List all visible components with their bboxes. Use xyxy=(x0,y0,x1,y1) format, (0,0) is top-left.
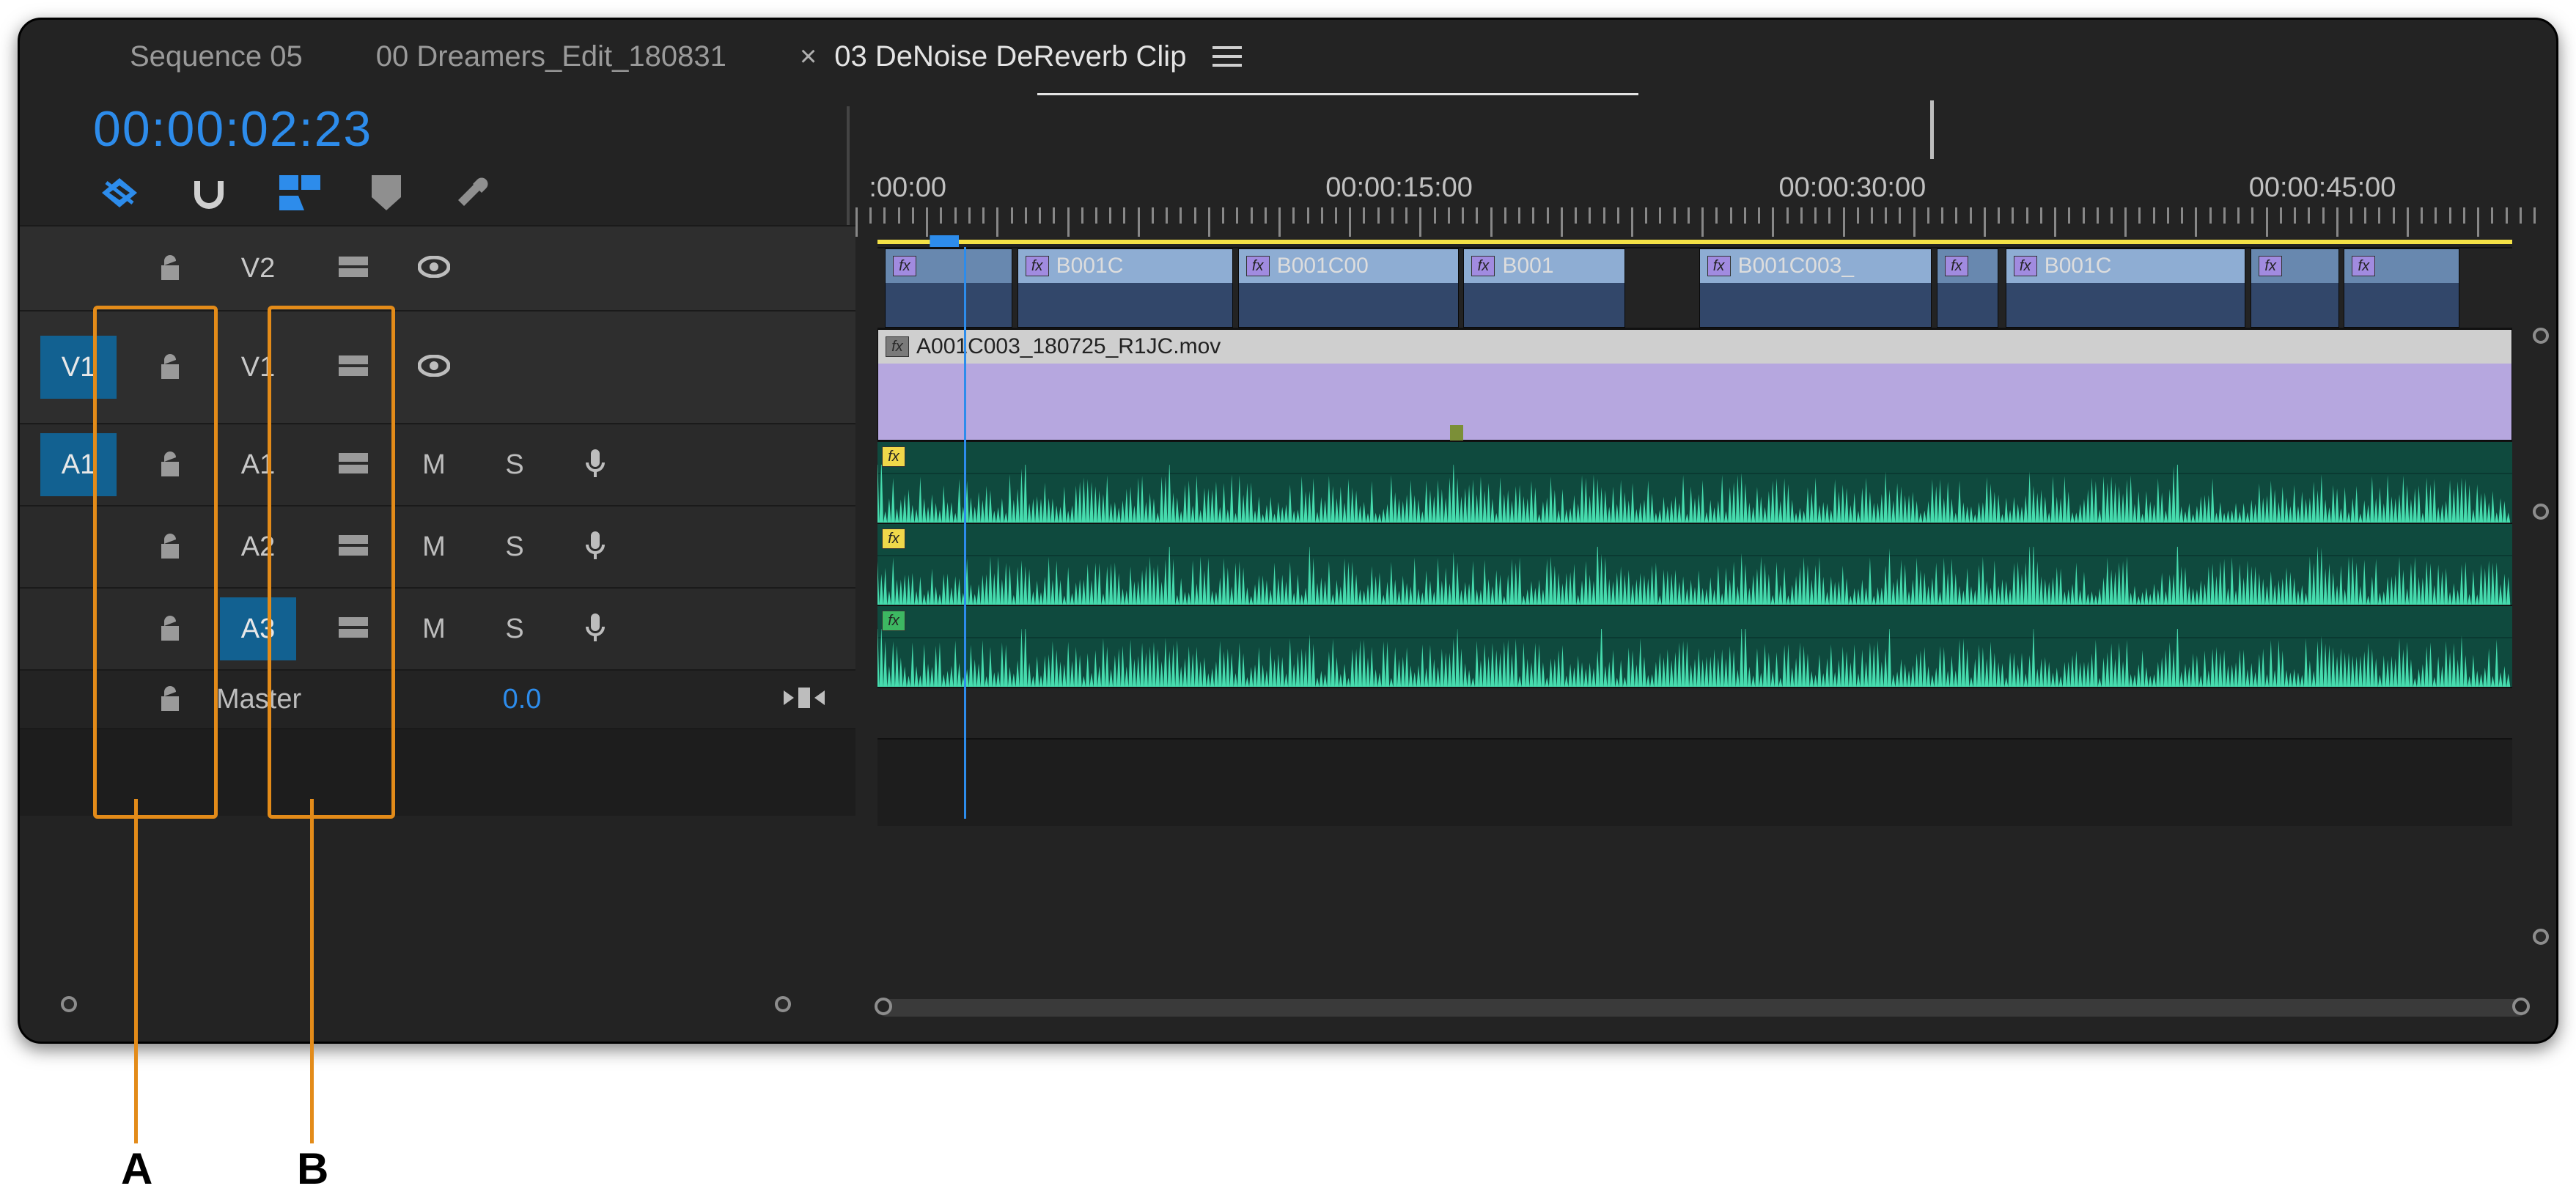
timeline-settings-icon[interactable] xyxy=(452,174,490,212)
callout-label-b: B xyxy=(297,1143,328,1194)
sequence-tabs: Sequence 05 00 Dreamers_Edit_180831 × 03… xyxy=(20,20,2556,93)
insert-as-nest-icon[interactable] xyxy=(100,177,139,209)
fx-badge-icon[interactable]: fx xyxy=(2259,256,2282,276)
toggle-track-output-icon[interactable] xyxy=(418,256,450,281)
clip-label: B001C xyxy=(1056,254,1124,279)
track-empty xyxy=(877,738,2512,826)
tab-label: 03 DeNoise DeReverb Clip xyxy=(834,40,1186,73)
tab-dreamers-edit[interactable]: 00 Dreamers_Edit_180831 xyxy=(354,27,748,86)
tab-label: 00 Dreamers_Edit_180831 xyxy=(376,40,726,73)
video-clip[interactable]: fx xyxy=(885,248,1012,328)
fx-badge-icon[interactable]: fx xyxy=(2014,256,2037,276)
video-clip[interactable]: fx xyxy=(1937,248,1998,328)
track-resize-handle[interactable] xyxy=(2533,328,2549,344)
sync-lock-icon[interactable] xyxy=(337,254,369,284)
fx-badge-icon[interactable]: fx xyxy=(893,256,916,276)
ruler-label: 00:00:30:00 xyxy=(1779,172,1927,204)
fx-badge-icon[interactable]: fx xyxy=(1707,256,1731,276)
track-resize-handle[interactable] xyxy=(2533,929,2549,945)
video-clip[interactable]: fx B001C003_ xyxy=(1699,248,1932,328)
track-header-v2: V2 xyxy=(20,225,855,310)
ruler-label: 00:00:15:00 xyxy=(1325,172,1473,204)
clip-label: B001C xyxy=(2045,254,2112,279)
fx-badge-icon[interactable]: fx xyxy=(882,528,905,549)
panel-menu-icon[interactable] xyxy=(1212,46,1242,67)
linked-selection-icon[interactable] xyxy=(279,175,320,210)
timeline-panel: Sequence 05 00 Dreamers_Edit_180831 × 03… xyxy=(18,18,2558,1044)
fx-badge-icon[interactable]: fx xyxy=(886,336,909,357)
mute-button[interactable]: M xyxy=(422,531,446,563)
mute-button[interactable]: M xyxy=(422,449,446,481)
fx-badge-icon[interactable]: fx xyxy=(2352,256,2375,276)
time-ruler[interactable]: :00:00 00:00:15:00 00:00:30:00 00:00:45:00 xyxy=(855,166,2534,247)
track-a1[interactable]: fx xyxy=(877,441,2512,523)
clip-label: B001 xyxy=(1502,254,1553,279)
expand-track-icon[interactable] xyxy=(784,685,825,715)
fx-badge-icon[interactable]: fx xyxy=(1026,256,1049,276)
callout-label-a: A xyxy=(121,1143,152,1194)
video-clip[interactable]: fx B001C00 xyxy=(1238,248,1459,328)
callout-line-a xyxy=(134,799,138,1143)
video-clip[interactable]: fx B001C xyxy=(1017,248,1233,328)
video-clip[interactable]: fx A001C003_180725_R1JC.mov xyxy=(877,329,2512,441)
track-resize-handle[interactable] xyxy=(2533,504,2549,520)
zoom-handle-right[interactable] xyxy=(775,996,791,1012)
tab-sequence-05[interactable]: Sequence 05 xyxy=(108,27,325,86)
tab-denoise-dereverb[interactable]: × 03 DeNoise DeReverb Clip xyxy=(778,27,1265,86)
timeline-scrollbar[interactable] xyxy=(877,999,2527,1017)
current-timecode[interactable]: 00:00:02:23 xyxy=(93,100,372,158)
timeline-area: :00:0000:00:15:0000:00:30:0000:00:45:00 … xyxy=(855,166,2534,247)
video-clip[interactable]: fx xyxy=(2251,248,2338,328)
audio-clip[interactable]: fx xyxy=(877,524,2512,605)
track-target-v2[interactable]: V2 xyxy=(220,237,296,300)
scroll-handle-right[interactable] xyxy=(2512,998,2530,1015)
track-v2[interactable]: fx fx B001C fx B001C00 fx B001 fx B001C003_ fx fx B… xyxy=(877,247,2512,328)
clip-label: B001C003_ xyxy=(1738,254,1854,279)
fx-badge-icon[interactable]: fx xyxy=(1945,256,1968,276)
track-a3[interactable]: fx xyxy=(877,605,2512,687)
ruler-label: 00:00:45:00 xyxy=(2249,172,2396,204)
audio-clip[interactable]: fx xyxy=(877,442,2512,523)
close-icon[interactable]: × xyxy=(800,40,817,73)
add-marker-icon[interactable] xyxy=(372,175,401,210)
playhead-line xyxy=(964,247,966,819)
sequence-marker[interactable] xyxy=(1930,100,1934,159)
toggle-track-output-icon[interactable] xyxy=(418,355,450,380)
fx-badge-icon[interactable]: fx xyxy=(882,446,905,467)
fx-badge-icon[interactable]: fx xyxy=(1471,256,1495,276)
voiceover-record-icon[interactable] xyxy=(584,612,606,646)
snap-icon[interactable] xyxy=(190,174,228,212)
fx-badge-icon[interactable]: fx xyxy=(1246,256,1270,276)
solo-button[interactable]: S xyxy=(505,531,523,563)
voiceover-record-icon[interactable] xyxy=(584,530,606,564)
callout-highlight-a xyxy=(93,306,218,819)
work-area-bar[interactable] xyxy=(877,240,2512,244)
solo-button[interactable]: S xyxy=(505,613,523,645)
zoom-handle-left[interactable] xyxy=(61,996,77,1012)
timeline-toolbar xyxy=(100,174,490,212)
track-v1[interactable]: fx A001C003_180725_R1JC.mov xyxy=(877,328,2512,441)
voiceover-record-icon[interactable] xyxy=(584,448,606,482)
video-clip[interactable]: fx B001 xyxy=(1463,248,1625,328)
clip-label: A001C003_180725_R1JC.mov xyxy=(916,334,1221,359)
lock-icon[interactable] xyxy=(157,252,183,285)
panel-divider xyxy=(847,106,850,238)
audio-clip[interactable]: fx xyxy=(877,606,2512,687)
active-tab-underline xyxy=(1037,93,1638,95)
track-a2[interactable]: fx xyxy=(877,523,2512,605)
video-clip[interactable]: fx xyxy=(2344,248,2459,328)
clip-label: B001C00 xyxy=(1277,254,1369,279)
tab-label: Sequence 05 xyxy=(130,40,303,73)
solo-button[interactable]: S xyxy=(505,449,523,481)
scroll-handle-left[interactable] xyxy=(875,998,892,1015)
tracks-area[interactable]: fxfxB001CfxB001C00fxB001fxB001C003_fxfxB… xyxy=(877,247,2512,826)
mute-button[interactable]: M xyxy=(422,613,446,645)
video-clip[interactable]: fx B001C xyxy=(2006,248,2246,328)
ruler-label: :00:00 xyxy=(869,172,946,204)
master-db-value[interactable]: 0.0 xyxy=(503,684,542,715)
track-master[interactable] xyxy=(877,687,2512,738)
callout-line-b xyxy=(310,799,314,1143)
fx-badge-icon[interactable]: fx xyxy=(882,611,905,631)
callout-highlight-b xyxy=(268,306,395,819)
